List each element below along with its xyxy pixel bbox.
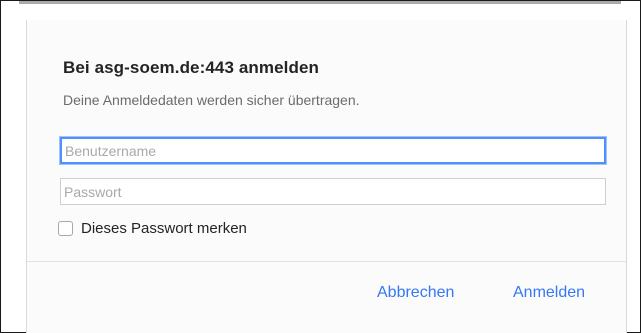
password-field[interactable] xyxy=(60,178,606,205)
dialog-subtitle: Deine Anmeldedaten werden sicher übertra… xyxy=(63,92,360,108)
remember-password-checkbox[interactable] xyxy=(58,220,73,236)
dialog-title: Bei asg-soem.de:443 anmelden xyxy=(63,58,320,77)
remember-password-label[interactable]: Dieses Passwort merken xyxy=(81,220,247,237)
button-divider xyxy=(27,261,626,262)
dialog-edge-right xyxy=(626,20,627,333)
login-button[interactable]: Anmelden xyxy=(513,284,585,302)
remember-password-row[interactable]: Dieses Passwort merken xyxy=(58,218,247,238)
window-shadow xyxy=(19,1,621,4)
username-field[interactable] xyxy=(60,137,606,164)
cancel-button[interactable]: Abbrechen xyxy=(377,284,454,302)
